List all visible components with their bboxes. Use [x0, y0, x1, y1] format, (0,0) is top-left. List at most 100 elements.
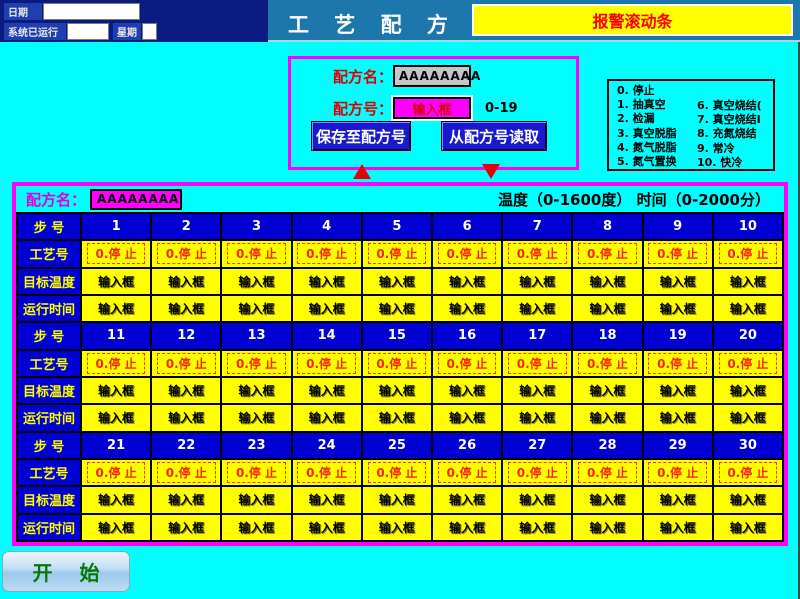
target-temperature-input[interactable]: 输入框: [433, 487, 501, 512]
range-info: 温度（0-1600度） 时间（0-2000分）: [498, 189, 770, 210]
run-time-input[interactable]: 输入框: [714, 515, 782, 540]
process-code-input[interactable]: 0.停 止: [714, 241, 782, 266]
run-time-input[interactable]: 输入框: [433, 515, 501, 540]
target-temperature-input[interactable]: 输入框: [714, 487, 782, 512]
table-recipe-name-input[interactable]: AAAAAAAA: [90, 189, 182, 210]
run-time-input[interactable]: 输入框: [714, 296, 782, 321]
target-temperature-input[interactable]: 输入框: [644, 269, 712, 294]
run-time-input[interactable]: 输入框: [363, 405, 431, 430]
run-time-input[interactable]: 输入框: [644, 296, 712, 321]
run-time-input[interactable]: 输入框: [363, 515, 431, 540]
process-code-input[interactable]: 0.停 止: [503, 351, 571, 376]
target-temperature-input[interactable]: 输入框: [152, 269, 220, 294]
process-code-input[interactable]: 0.停 止: [222, 351, 290, 376]
run-time-input[interactable]: 输入框: [222, 405, 290, 430]
process-code-input[interactable]: 0.停 止: [222, 241, 290, 266]
target-temperature-input[interactable]: 输入框: [293, 269, 361, 294]
run-time-input[interactable]: 输入框: [82, 515, 150, 540]
process-code-input[interactable]: 0.停 止: [363, 460, 431, 485]
target-temperature-input[interactable]: 输入框: [433, 269, 501, 294]
process-code-input[interactable]: 0.停 止: [363, 351, 431, 376]
run-time-input[interactable]: 输入框: [714, 405, 782, 430]
process-code-input[interactable]: 0.停 止: [644, 351, 712, 376]
process-code-input[interactable]: 0.停 止: [714, 460, 782, 485]
recipe-number-input[interactable]: 输入框: [393, 97, 471, 119]
target-temperature-input[interactable]: 输入框: [293, 487, 361, 512]
target-temperature-input[interactable]: 输入框: [293, 378, 361, 403]
target-temperature-input[interactable]: 输入框: [573, 269, 641, 294]
process-code-input[interactable]: 0.停 止: [293, 351, 361, 376]
process-code-input[interactable]: 0.停 止: [573, 351, 641, 376]
run-time-input[interactable]: 输入框: [222, 515, 290, 540]
process-code-input[interactable]: 0.停 止: [573, 241, 641, 266]
run-time-input[interactable]: 输入框: [152, 405, 220, 430]
process-code-input[interactable]: 0.停 止: [573, 460, 641, 485]
run-time-input[interactable]: 输入框: [82, 296, 150, 321]
run-time-input[interactable]: 输入框: [573, 296, 641, 321]
target-temperature-input[interactable]: 输入框: [644, 487, 712, 512]
input-placeholder: 输入框: [660, 519, 696, 536]
target-temperature-input[interactable]: 输入框: [222, 487, 290, 512]
target-temperature-input[interactable]: 输入框: [222, 269, 290, 294]
process-code-input[interactable]: 0.停 止: [152, 460, 220, 485]
process-code-value: 0.停 止: [719, 243, 778, 264]
run-time-input[interactable]: 输入框: [433, 405, 501, 430]
run-time-input[interactable]: 输入框: [503, 296, 571, 321]
recipe-name-input[interactable]: AAAAAAAA: [393, 65, 471, 87]
target-temperature-input[interactable]: 输入框: [222, 378, 290, 403]
run-time-input[interactable]: 输入框: [152, 515, 220, 540]
process-code-input[interactable]: 0.停 止: [644, 241, 712, 266]
start-button[interactable]: 开 始: [2, 551, 130, 592]
target-temperature-input[interactable]: 输入框: [644, 378, 712, 403]
target-temperature-input[interactable]: 输入框: [363, 487, 431, 512]
target-temperature-input[interactable]: 输入框: [152, 378, 220, 403]
run-time-input[interactable]: 输入框: [152, 296, 220, 321]
run-time-input[interactable]: 输入框: [82, 405, 150, 430]
target-temperature-input[interactable]: 输入框: [714, 269, 782, 294]
run-time-input[interactable]: 输入框: [293, 405, 361, 430]
run-time-input[interactable]: 输入框: [293, 296, 361, 321]
process-code-input[interactable]: 0.停 止: [503, 241, 571, 266]
run-time-input[interactable]: 输入框: [293, 515, 361, 540]
process-code-input[interactable]: 0.停 止: [152, 241, 220, 266]
run-time-input[interactable]: 输入框: [644, 405, 712, 430]
load-from-recipe-button[interactable]: 从配方号读取: [441, 121, 547, 151]
process-code-input[interactable]: 0.停 止: [222, 460, 290, 485]
process-code-input[interactable]: 0.停 止: [503, 460, 571, 485]
process-code-input[interactable]: 0.停 止: [433, 241, 501, 266]
target-temperature-input[interactable]: 输入框: [82, 487, 150, 512]
target-temperature-input[interactable]: 输入框: [433, 378, 501, 403]
target-temperature-input[interactable]: 输入框: [363, 378, 431, 403]
target-temperature-input[interactable]: 输入框: [573, 378, 641, 403]
run-time-input[interactable]: 输入框: [363, 296, 431, 321]
run-time-input[interactable]: 输入框: [503, 405, 571, 430]
save-to-recipe-button[interactable]: 保存至配方号: [311, 121, 411, 151]
process-code-input[interactable]: 0.停 止: [82, 351, 150, 376]
run-time-input[interactable]: 输入框: [503, 515, 571, 540]
target-temperature-input[interactable]: 输入框: [503, 378, 571, 403]
process-code-input[interactable]: 0.停 止: [433, 460, 501, 485]
run-time-input[interactable]: 输入框: [433, 296, 501, 321]
input-placeholder: 输入框: [449, 382, 485, 399]
process-code-input[interactable]: 0.停 止: [152, 351, 220, 376]
target-temperature-input[interactable]: 输入框: [82, 269, 150, 294]
target-temperature-input[interactable]: 输入框: [503, 487, 571, 512]
process-code-input[interactable]: 0.停 止: [293, 241, 361, 266]
target-temperature-input[interactable]: 输入框: [363, 269, 431, 294]
run-time-input[interactable]: 输入框: [573, 515, 641, 540]
target-temperature-input[interactable]: 输入框: [82, 378, 150, 403]
run-time-input[interactable]: 输入框: [573, 405, 641, 430]
run-time-input[interactable]: 输入框: [222, 296, 290, 321]
run-time-input[interactable]: 输入框: [644, 515, 712, 540]
process-code-input[interactable]: 0.停 止: [644, 460, 712, 485]
process-code-input[interactable]: 0.停 止: [82, 241, 150, 266]
process-code-input[interactable]: 0.停 止: [714, 351, 782, 376]
target-temperature-input[interactable]: 输入框: [503, 269, 571, 294]
process-code-input[interactable]: 0.停 止: [82, 460, 150, 485]
process-code-input[interactable]: 0.停 止: [293, 460, 361, 485]
target-temperature-input[interactable]: 输入框: [714, 378, 782, 403]
process-code-input[interactable]: 0.停 止: [433, 351, 501, 376]
target-temperature-input[interactable]: 输入框: [152, 487, 220, 512]
target-temperature-input[interactable]: 输入框: [573, 487, 641, 512]
process-code-input[interactable]: 0.停 止: [363, 241, 431, 266]
